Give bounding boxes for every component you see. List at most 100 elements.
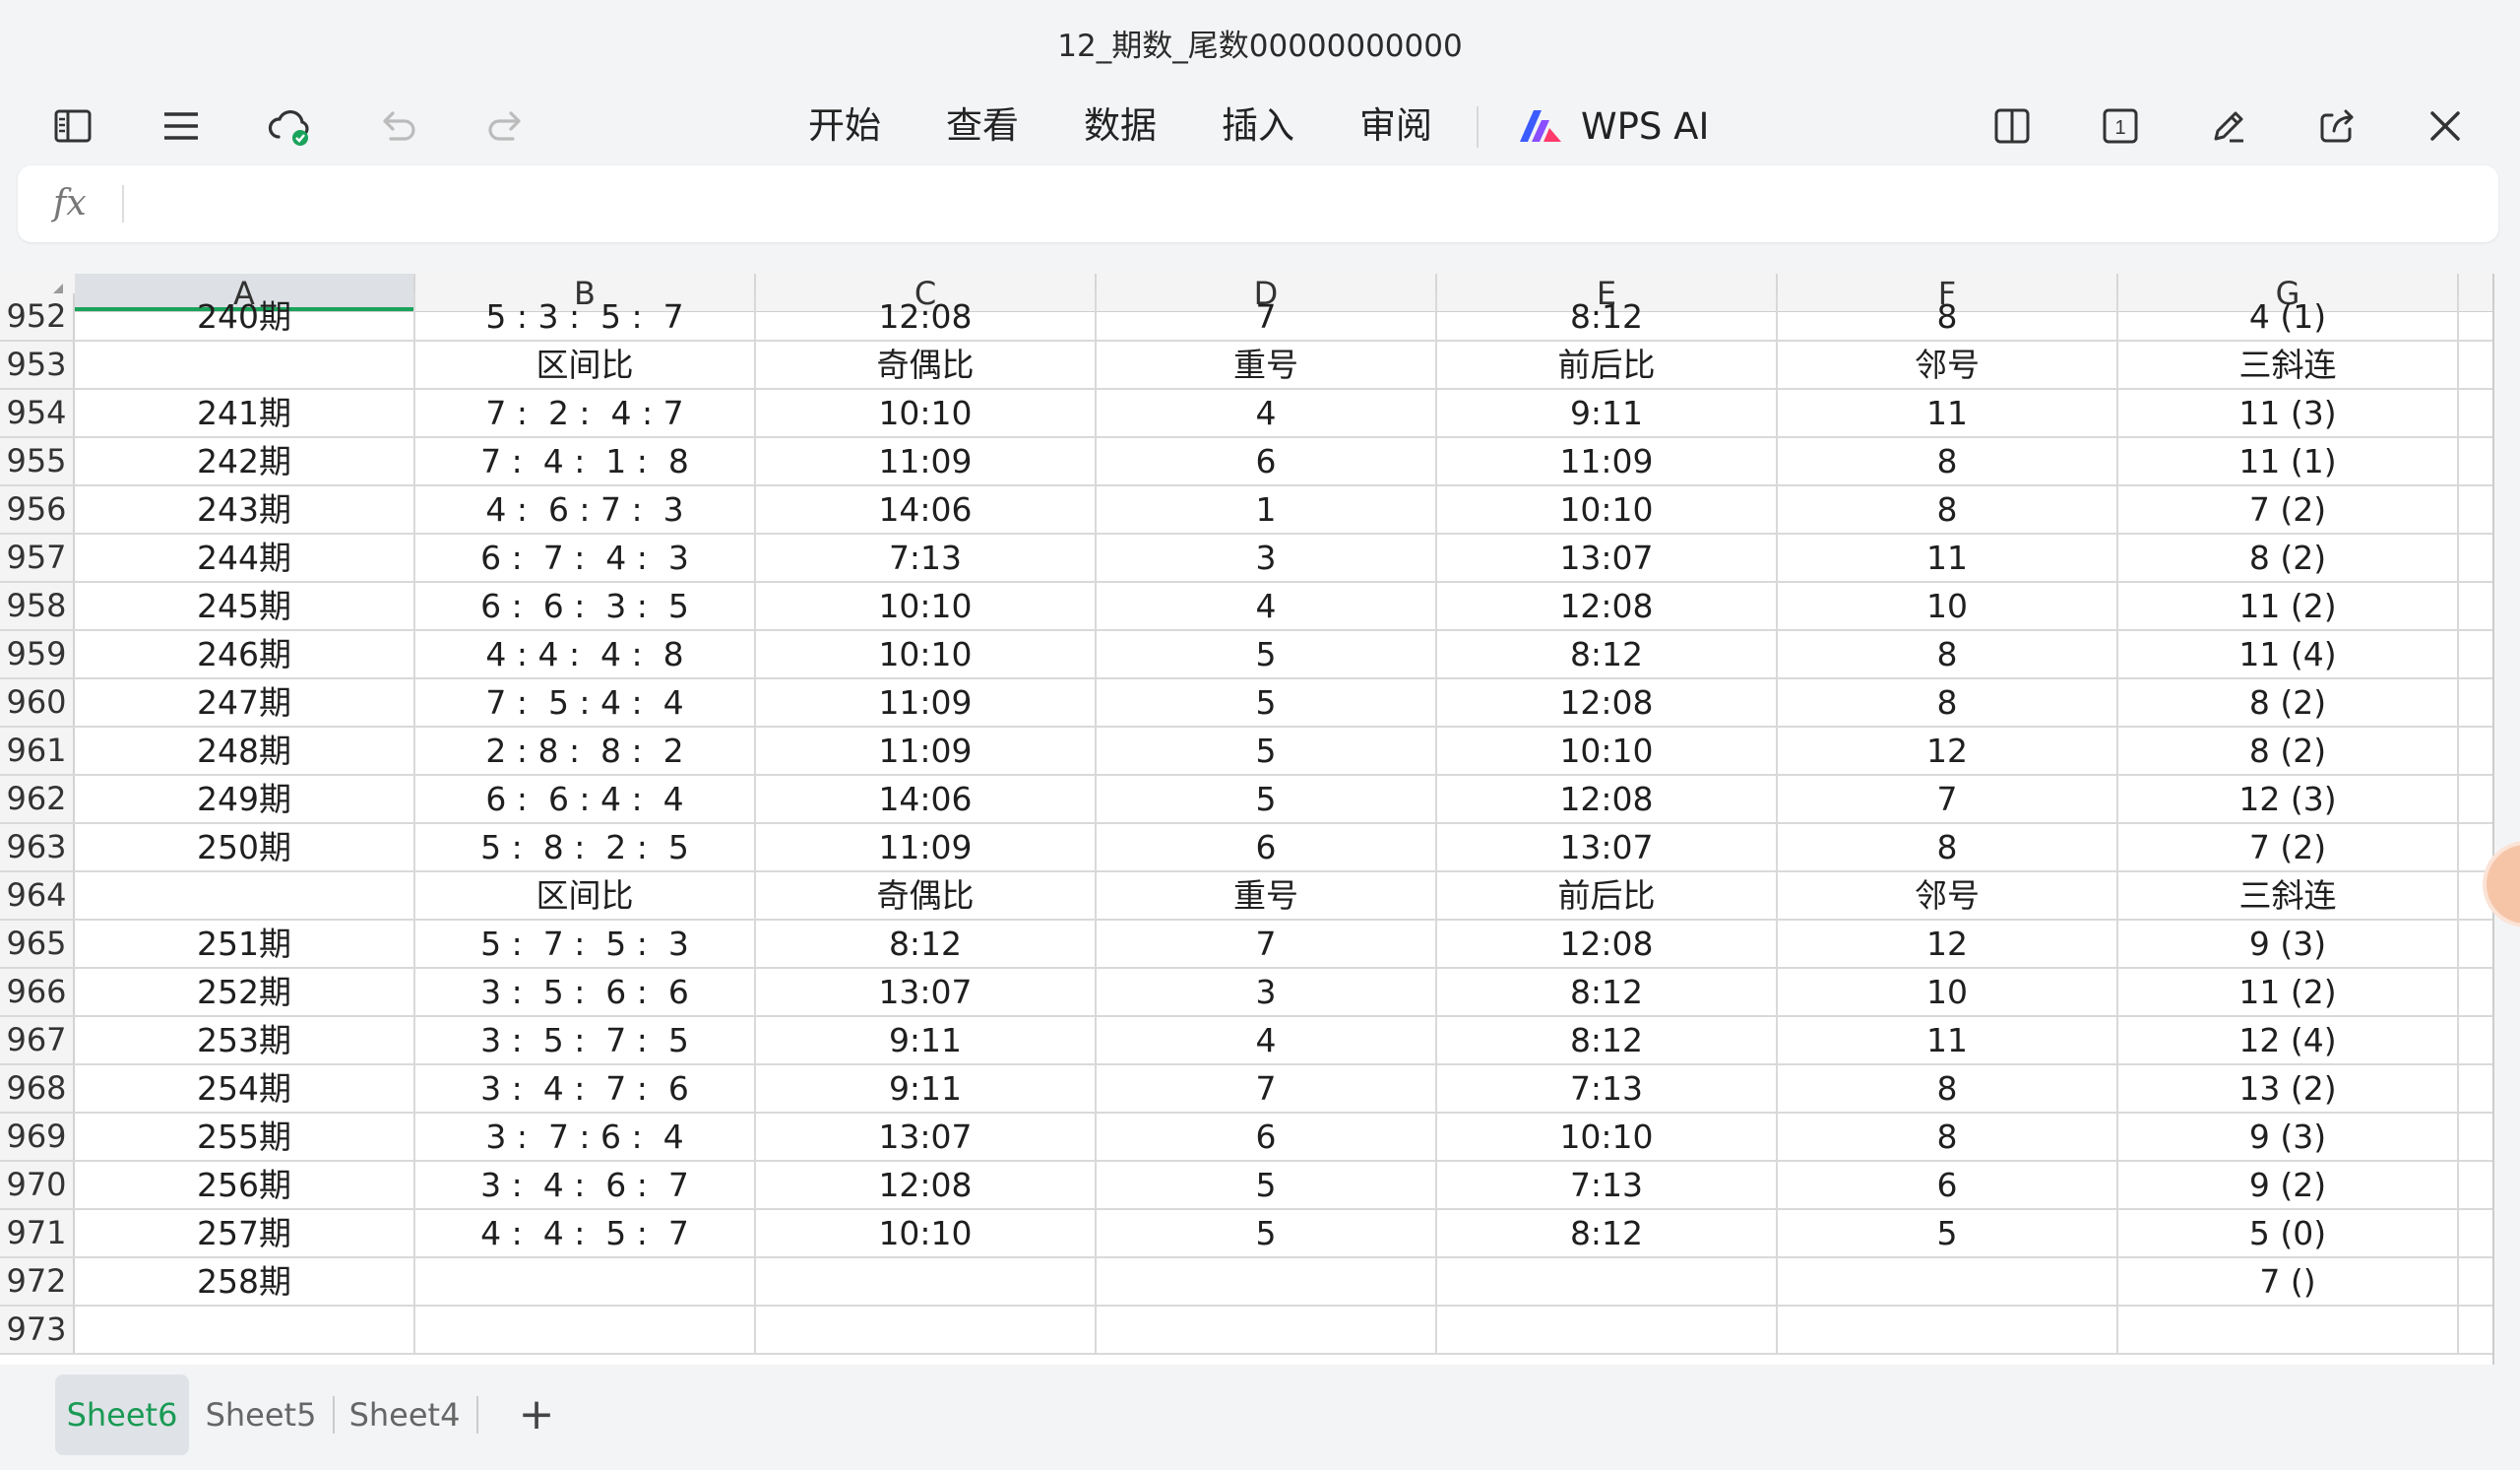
cell-h970[interactable] — [2459, 1162, 2492, 1208]
cell-d956[interactable]: 1 — [1097, 486, 1437, 533]
split-view-icon[interactable] — [1973, 87, 2051, 165]
cell-h969[interactable] — [2459, 1114, 2492, 1160]
row-number[interactable]: 962 — [0, 776, 75, 822]
menu-data[interactable]: 数据 — [1071, 87, 1169, 165]
cell-b956[interactable]: 4 : 6 : 7 : 3 — [415, 486, 756, 533]
cell-e963[interactable]: 13:07 — [1437, 824, 1778, 870]
cell-f956[interactable]: 8 — [1778, 486, 2118, 533]
wps-ai-button[interactable]: WPS AI — [1516, 87, 1709, 165]
cell-c955[interactable]: 11:09 — [756, 438, 1097, 484]
cell-g966[interactable]: 11 (2) — [2118, 969, 2459, 1015]
cell-c970[interactable]: 12:08 — [756, 1162, 1097, 1208]
cell-g959[interactable]: 11 (4) — [2118, 631, 2459, 677]
cell-a968[interactable]: 254期 — [75, 1065, 415, 1112]
cell-d971[interactable]: 5 — [1097, 1210, 1437, 1256]
cell-b969[interactable]: 3 : 7 : 6 : 4 — [415, 1114, 756, 1160]
cell-c961[interactable]: 11:09 — [756, 728, 1097, 774]
cell-b972[interactable] — [415, 1258, 756, 1305]
cell-a965[interactable]: 251期 — [75, 921, 415, 967]
cell-h955[interactable] — [2459, 438, 2492, 484]
cell-c973[interactable] — [756, 1307, 1097, 1353]
cell-f971[interactable]: 5 — [1778, 1210, 2118, 1256]
cell-f957[interactable]: 11 — [1778, 535, 2118, 581]
add-sheet-button[interactable]: + — [502, 1374, 571, 1455]
close-icon[interactable] — [2406, 87, 2485, 165]
cell-c953[interactable]: 奇偶比 — [756, 342, 1097, 388]
row-number[interactable]: 973 — [0, 1307, 75, 1353]
row-number[interactable]: 959 — [0, 631, 75, 677]
cell-f972[interactable] — [1778, 1258, 2118, 1305]
cell-e955[interactable]: 11:09 — [1437, 438, 1778, 484]
cell-h952[interactable] — [2459, 293, 2492, 340]
cell-d970[interactable]: 5 — [1097, 1162, 1437, 1208]
cell-e954[interactable]: 9:11 — [1437, 390, 1778, 436]
sidebar-icon[interactable] — [33, 87, 112, 165]
cell-e956[interactable]: 10:10 — [1437, 486, 1778, 533]
undo-icon[interactable] — [358, 87, 437, 165]
cell-c968[interactable]: 9:11 — [756, 1065, 1097, 1112]
row-number[interactable]: 954 — [0, 390, 75, 436]
cell-d965[interactable]: 7 — [1097, 921, 1437, 967]
sheet-tab-sheet5[interactable]: Sheet5 — [197, 1374, 325, 1455]
cell-a967[interactable]: 253期 — [75, 1017, 415, 1063]
cloud-synced-icon[interactable] — [250, 87, 329, 165]
cell-c954[interactable]: 10:10 — [756, 390, 1097, 436]
cell-f968[interactable]: 8 — [1778, 1065, 2118, 1112]
cell-h959[interactable] — [2459, 631, 2492, 677]
sheet-tab-sheet6[interactable]: Sheet6 — [55, 1374, 189, 1455]
cell-e957[interactable]: 13:07 — [1437, 535, 1778, 581]
cell-g971[interactable]: 5 (0) — [2118, 1210, 2459, 1256]
cell-a970[interactable]: 256期 — [75, 1162, 415, 1208]
cell-g956[interactable]: 7 (2) — [2118, 486, 2459, 533]
row-number[interactable]: 960 — [0, 679, 75, 726]
row-number[interactable]: 972 — [0, 1258, 75, 1305]
cell-e966[interactable]: 8:12 — [1437, 969, 1778, 1015]
cell-h956[interactable] — [2459, 486, 2492, 533]
cell-g952[interactable]: 4 (1) — [2118, 293, 2459, 340]
cell-b973[interactable] — [415, 1307, 756, 1353]
cell-b955[interactable]: 7 : 4 : 1 : 8 — [415, 438, 756, 484]
cell-c964[interactable]: 奇偶比 — [756, 872, 1097, 919]
cell-h963[interactable] — [2459, 824, 2492, 870]
formula-input[interactable] — [146, 165, 2479, 242]
cell-f966[interactable]: 10 — [1778, 969, 2118, 1015]
row-number[interactable]: 968 — [0, 1065, 75, 1112]
cell-d967[interactable]: 4 — [1097, 1017, 1437, 1063]
cell-c963[interactable]: 11:09 — [756, 824, 1097, 870]
cell-c956[interactable]: 14:06 — [756, 486, 1097, 533]
cell-a960[interactable]: 247期 — [75, 679, 415, 726]
cell-d957[interactable]: 3 — [1097, 535, 1437, 581]
cell-d955[interactable]: 6 — [1097, 438, 1437, 484]
cell-g967[interactable]: 12 (4) — [2118, 1017, 2459, 1063]
cell-b971[interactable]: 4 : 4 : 5 : 7 — [415, 1210, 756, 1256]
cell-a955[interactable]: 242期 — [75, 438, 415, 484]
cell-f973[interactable] — [1778, 1307, 2118, 1353]
cell-g970[interactable]: 9 (2) — [2118, 1162, 2459, 1208]
row-number[interactable]: 956 — [0, 486, 75, 533]
cell-c967[interactable]: 9:11 — [756, 1017, 1097, 1063]
cell-d960[interactable]: 5 — [1097, 679, 1437, 726]
cell-e971[interactable]: 8:12 — [1437, 1210, 1778, 1256]
cell-d963[interactable]: 6 — [1097, 824, 1437, 870]
cell-d953[interactable]: 重号 — [1097, 342, 1437, 388]
cell-f963[interactable]: 8 — [1778, 824, 2118, 870]
cell-g953[interactable]: 三斜连 — [2118, 342, 2459, 388]
cell-b952[interactable]: 5 : 3 : 5 : 7 — [415, 293, 756, 340]
row-number[interactable]: 969 — [0, 1114, 75, 1160]
formula-bar[interactable]: fx — [18, 165, 2498, 242]
cell-d966[interactable]: 3 — [1097, 969, 1437, 1015]
cell-e973[interactable] — [1437, 1307, 1778, 1353]
cell-g961[interactable]: 8 (2) — [2118, 728, 2459, 774]
cell-a971[interactable]: 257期 — [75, 1210, 415, 1256]
cell-g954[interactable]: 11 (3) — [2118, 390, 2459, 436]
cell-g962[interactable]: 12 (3) — [2118, 776, 2459, 822]
cell-e959[interactable]: 8:12 — [1437, 631, 1778, 677]
cell-f962[interactable]: 7 — [1778, 776, 2118, 822]
cell-b965[interactable]: 5 : 7 : 5 : 3 — [415, 921, 756, 967]
cell-b953[interactable]: 区间比 — [415, 342, 756, 388]
cell-e964[interactable]: 前后比 — [1437, 872, 1778, 919]
cell-h960[interactable] — [2459, 679, 2492, 726]
cell-b967[interactable]: 3 : 5 : 7 : 5 — [415, 1017, 756, 1063]
row-number[interactable]: 966 — [0, 969, 75, 1015]
cell-a954[interactable]: 241期 — [75, 390, 415, 436]
